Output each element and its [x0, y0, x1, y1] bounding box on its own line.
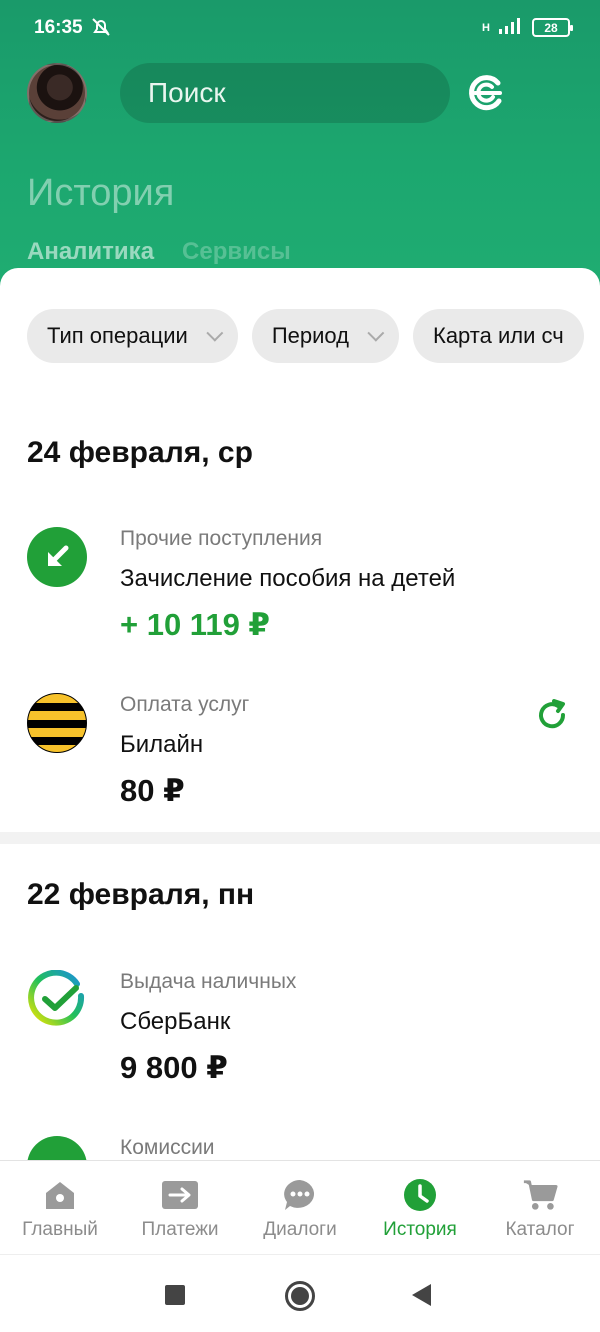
sber-assistant-icon[interactable]: [466, 74, 504, 117]
chevron-down-icon: [206, 324, 224, 342]
cart-icon: [522, 1177, 558, 1213]
transaction-item[interactable]: Комиссии: [0, 1136, 600, 1160]
home-button-icon[interactable]: [285, 1281, 315, 1311]
search-input[interactable]: Поиск: [120, 63, 450, 123]
nav-label: Каталог: [505, 1219, 575, 1240]
transaction-amount: + 10 119 ₽: [120, 607, 271, 642]
header-tabs: Аналитика Сервисы: [27, 238, 291, 266]
nav-label: Главный: [22, 1219, 98, 1240]
bottom-navigation: Главный Платежи Диалоги История Каталог: [0, 1160, 600, 1254]
transaction-amount: 9 800 ₽: [120, 1050, 228, 1085]
network-type: H: [482, 21, 490, 34]
filter-card-account[interactable]: Карта или сч: [413, 309, 584, 363]
repeat-payment-icon[interactable]: [534, 697, 570, 738]
arrow-in-icon: [27, 527, 87, 587]
transaction-item[interactable]: Оплата услуг Билайн 80 ₽: [0, 693, 600, 833]
home-icon: [42, 1177, 78, 1213]
transaction-name: Зачисление пособия на детей: [120, 565, 456, 592]
transaction-name: Билайн: [120, 731, 204, 758]
back-icon[interactable]: [412, 1284, 431, 1306]
filter-period[interactable]: Период: [251, 309, 399, 363]
search-placeholder: Поиск: [148, 77, 226, 108]
transaction-category: Прочие поступления: [120, 527, 323, 550]
filter-label: Карта или сч: [433, 323, 564, 348]
beeline-logo: [27, 693, 87, 753]
chat-icon: [282, 1177, 318, 1213]
transaction-category: Выдача наличных: [120, 970, 297, 993]
payments-arrow-icon: [162, 1177, 198, 1213]
status-time: 16:35: [34, 17, 83, 38]
transaction-item[interactable]: Прочие поступления Зачисление пособия на…: [0, 527, 600, 667]
percent-icon: [27, 1136, 87, 1160]
battery-level: 28: [544, 20, 558, 35]
page-title: История: [27, 172, 175, 214]
nav-dialogs[interactable]: Диалоги: [240, 1161, 360, 1254]
nav-label: Платежи: [141, 1219, 219, 1240]
transaction-category: Оплата услуг: [120, 693, 250, 716]
signal-icon: [498, 16, 524, 39]
system-navigation-bar: [0, 1254, 600, 1332]
nav-label: Диалоги: [263, 1219, 337, 1240]
chevron-down-icon: [367, 324, 385, 342]
clock-icon: [402, 1177, 438, 1213]
nav-home[interactable]: Главный: [0, 1161, 120, 1254]
tab-analytics[interactable]: Аналитика: [27, 238, 154, 266]
section-divider: [0, 832, 600, 844]
transaction-item[interactable]: Выдача наличных СберБанк 9 800 ₽: [0, 969, 600, 1110]
sberbank-logo: [27, 969, 87, 1030]
date-header: 24 февраля, ср: [27, 436, 253, 469]
nav-history[interactable]: История: [360, 1161, 480, 1254]
date-header: 22 февраля, пн: [27, 878, 255, 911]
nav-catalog[interactable]: Каталог: [480, 1161, 600, 1254]
nav-label: История: [383, 1219, 457, 1240]
filter-label: Период: [271, 323, 349, 348]
recent-apps-icon[interactable]: [165, 1285, 185, 1305]
filter-chips: Тип операции Период Карта или сч: [27, 309, 584, 363]
battery-icon: 28: [532, 18, 573, 37]
transaction-name: СберБанк: [120, 1008, 231, 1035]
tab-services[interactable]: Сервисы: [182, 238, 291, 266]
filter-label: Тип операции: [47, 323, 188, 348]
transaction-category: Комиссии: [120, 1136, 215, 1159]
transaction-amount: 80 ₽: [120, 773, 185, 808]
muted-bell-icon: [90, 16, 112, 43]
nav-payments[interactable]: Платежи: [120, 1161, 240, 1254]
avatar[interactable]: [27, 63, 87, 123]
filter-operation-type[interactable]: Тип операции: [27, 309, 238, 363]
status-bar: 16:35 H 28: [0, 0, 600, 46]
history-sheet: Тип операции Период Карта или сч 24 февр…: [0, 268, 600, 1160]
